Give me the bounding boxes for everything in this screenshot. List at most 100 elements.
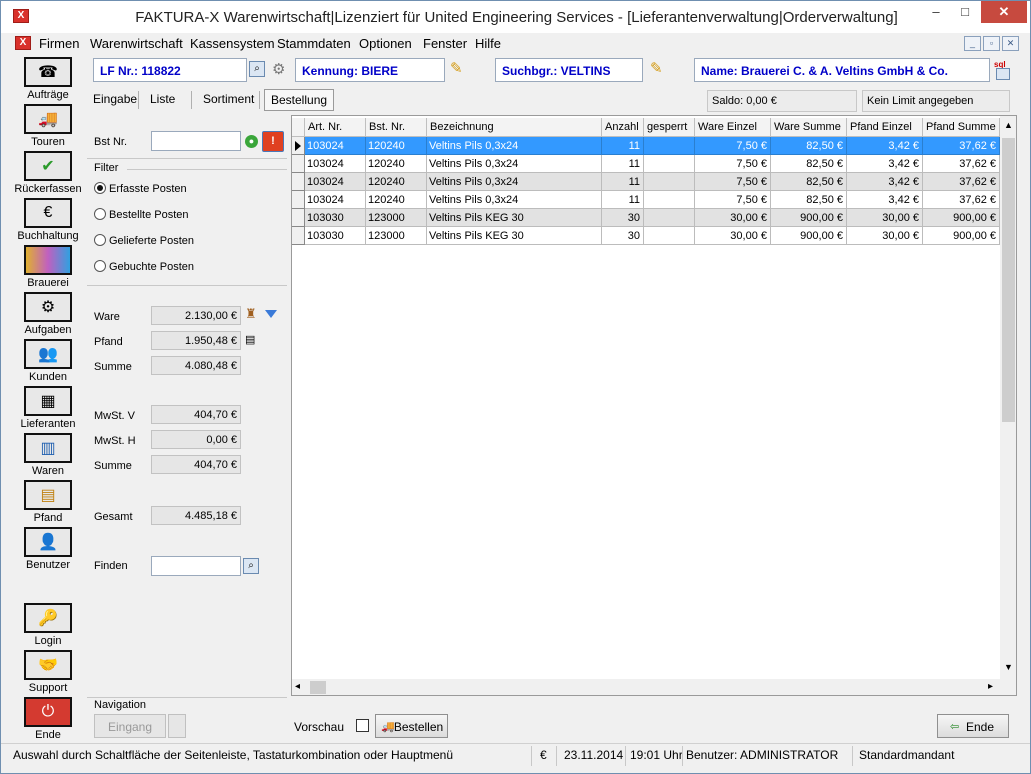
bezeichnung-cell[interactable]: Veltins Pils KEG 30 xyxy=(427,209,602,227)
sidebar-item-brauerei[interactable]: Brauerei xyxy=(11,245,85,289)
bst-nr-cell[interactable]: 123000 xyxy=(366,227,427,245)
dropdown-arrow-icon[interactable] xyxy=(265,310,277,318)
ware-summe-cell[interactable]: 900,00 € xyxy=(771,209,847,227)
ware-einzel-cell[interactable]: 30,00 € xyxy=(695,209,771,227)
pencil-icon[interactable]: ✎ xyxy=(450,59,463,77)
sidebar-item-ende[interactable]: ⏻ Ende xyxy=(11,697,85,741)
anzahl-cell[interactable]: 30 xyxy=(602,227,644,245)
scroll-up-icon[interactable]: ▲ xyxy=(1004,120,1013,130)
pencil-icon[interactable]: ✎ xyxy=(650,59,663,77)
sidebar-item-buchhaltung[interactable]: € Buchhaltung xyxy=(11,198,85,242)
column-header[interactable]: Pfand Einzel xyxy=(847,118,923,137)
art-nr-cell[interactable]: 103030 xyxy=(305,209,366,227)
gesperrt-cell[interactable] xyxy=(644,209,695,227)
filter-gebuchte-radio[interactable]: Gebuchte Posten xyxy=(94,260,194,273)
column-header[interactable]: Art. Nr. xyxy=(305,118,366,137)
sidebar-item-aufgaben[interactable]: ⚙ Aufgaben xyxy=(11,292,85,336)
sidebar-item-lieferanten[interactable]: ▦ Lieferanten xyxy=(11,386,85,430)
mdi-child-icon[interactable]: X xyxy=(15,36,31,50)
column-header[interactable]: Bst. Nr. xyxy=(366,118,427,137)
search-icon[interactable]: ⌕ xyxy=(243,558,259,574)
table-row[interactable]: 103024 120240 Veltins Pils 0,3x24 11 7,50 €8… xyxy=(292,155,1000,173)
bezeichnung-cell[interactable]: Veltins Pils 0,3x24 xyxy=(427,173,602,191)
gesperrt-cell[interactable] xyxy=(644,173,695,191)
alert-button[interactable]: ! xyxy=(262,131,284,152)
bst-nr-cell[interactable]: 123000 xyxy=(366,209,427,227)
ende-button[interactable]: ⇦ Ende xyxy=(937,714,1009,738)
sidebar-item-auftraege[interactable]: ☎ Aufträge xyxy=(11,57,85,101)
bestellen-button[interactable]: 🚚 Bestellen xyxy=(375,714,448,738)
row-selector[interactable] xyxy=(292,155,305,173)
table-row[interactable]: 103030 123000 Veltins Pils KEG 30 30 30,00 €… xyxy=(292,227,1000,245)
menu-stammdaten[interactable]: Stammdaten xyxy=(277,36,351,51)
eingang-extra-button[interactable] xyxy=(168,714,186,738)
mdi-minimize-button[interactable]: _ xyxy=(964,36,981,51)
column-header[interactable]: gesperrt xyxy=(644,118,695,137)
tab-liste[interactable]: Liste xyxy=(144,89,181,111)
scroll-right-icon[interactable]: ▸ xyxy=(988,681,993,692)
mdi-close-button[interactable]: ✕ xyxy=(1002,36,1019,51)
column-header[interactable]: Bezeichnung xyxy=(427,118,602,137)
pfand-summe-cell[interactable]: 37,62 € xyxy=(923,155,1000,173)
bst-nr-cell[interactable]: 120240 xyxy=(366,137,427,155)
ware-einzel-cell[interactable]: 7,50 € xyxy=(695,173,771,191)
bst-nr-cell[interactable]: 120240 xyxy=(366,191,427,209)
scroll-down-icon[interactable]: ▼ xyxy=(1004,662,1013,672)
ware-summe-cell[interactable]: 82,50 € xyxy=(771,155,847,173)
eingang-button[interactable]: Eingang xyxy=(94,714,166,738)
menu-hilfe[interactable]: Hilfe xyxy=(475,36,501,51)
anzahl-cell[interactable]: 30 xyxy=(602,209,644,227)
art-nr-cell[interactable]: 103030 xyxy=(305,227,366,245)
bst-nr-cell[interactable]: 120240 xyxy=(366,173,427,191)
sidebar-item-pfand[interactable]: ▤ Pfand xyxy=(11,480,85,524)
bezeichnung-cell[interactable]: Veltins Pils 0,3x24 xyxy=(427,137,602,155)
menu-firmen[interactable]: Firmen xyxy=(39,36,79,51)
filter-gelieferte-radio[interactable]: Gelieferte Posten xyxy=(94,234,194,247)
tab-eingabe[interactable]: Eingabe xyxy=(87,89,143,111)
pfand-summe-cell[interactable]: 900,00 € xyxy=(923,227,1000,245)
row-selector[interactable] xyxy=(292,209,305,227)
scroll-left-icon[interactable]: ◂ xyxy=(295,681,300,692)
ware-einzel-cell[interactable]: 7,50 € xyxy=(695,155,771,173)
column-header[interactable]: Ware Einzel xyxy=(695,118,771,137)
pfand-einzel-cell[interactable]: 3,42 € xyxy=(847,173,923,191)
bezeichnung-cell[interactable]: Veltins Pils 0,3x24 xyxy=(427,191,602,209)
menu-warenwirtschaft[interactable]: Warenwirtschaft xyxy=(90,36,183,51)
filter-erfasste-radio[interactable]: Erfasste Posten xyxy=(94,182,187,195)
filter-bestellte-radio[interactable]: Bestellte Posten xyxy=(94,208,189,221)
close-button[interactable]: ✕ xyxy=(981,1,1027,23)
pfand-einzel-cell[interactable]: 3,42 € xyxy=(847,137,923,155)
mdi-restore-button[interactable]: ▫ xyxy=(983,36,1000,51)
vertical-scrollbar[interactable]: ▲ ▼ xyxy=(1000,116,1016,679)
ware-einzel-cell[interactable]: 7,50 € xyxy=(695,191,771,209)
pfand-summe-cell[interactable]: 37,62 € xyxy=(923,173,1000,191)
sidebar-item-support[interactable]: 🤝 Support xyxy=(11,650,85,694)
gesperrt-cell[interactable] xyxy=(644,191,695,209)
ware-summe-cell[interactable]: 82,50 € xyxy=(771,191,847,209)
art-nr-cell[interactable]: 103024 xyxy=(305,137,366,155)
minimize-button[interactable]: – xyxy=(920,1,952,23)
table-row[interactable]: 103030 123000 Veltins Pils KEG 30 30 30,00 €… xyxy=(292,209,1000,227)
order-table[interactable]: Art. Nr. Bst. Nr. Bezeichnung Anzahl ges… xyxy=(291,115,1017,696)
search-icon[interactable]: ⌕ xyxy=(249,61,265,77)
sidebar-item-waren[interactable]: ▥ Waren xyxy=(11,433,85,477)
sidebar-item-rueckerfassen[interactable]: ✔ Rückerfassen xyxy=(11,151,85,195)
sidebar-item-touren[interactable]: 🚚 Touren xyxy=(11,104,85,148)
ware-einzel-cell[interactable]: 7,50 € xyxy=(695,137,771,155)
pfand-einzel-cell[interactable]: 30,00 € xyxy=(847,209,923,227)
gesperrt-cell[interactable] xyxy=(644,227,695,245)
crate-icon[interactable]: ▤ xyxy=(245,333,255,346)
column-header[interactable]: Anzahl xyxy=(602,118,644,137)
sidebar-item-kunden[interactable]: 👥 Kunden xyxy=(11,339,85,383)
art-nr-cell[interactable]: 103024 xyxy=(305,191,366,209)
vorschau-checkbox[interactable] xyxy=(356,719,369,732)
horizontal-scrollbar[interactable]: ◂ ▸ xyxy=(292,679,1000,695)
art-nr-cell[interactable]: 103024 xyxy=(305,173,366,191)
art-nr-cell[interactable]: 103024 xyxy=(305,155,366,173)
pfand-summe-cell[interactable]: 37,62 € xyxy=(923,191,1000,209)
pfand-summe-cell[interactable]: 900,00 € xyxy=(923,209,1000,227)
bst-nr-cell[interactable]: 120240 xyxy=(366,155,427,173)
table-row[interactable]: 103024 120240 Veltins Pils 0,3x24 11 7,50 €8… xyxy=(292,191,1000,209)
ware-summe-cell[interactable]: 900,00 € xyxy=(771,227,847,245)
current-row-indicator-icon[interactable] xyxy=(292,137,305,155)
